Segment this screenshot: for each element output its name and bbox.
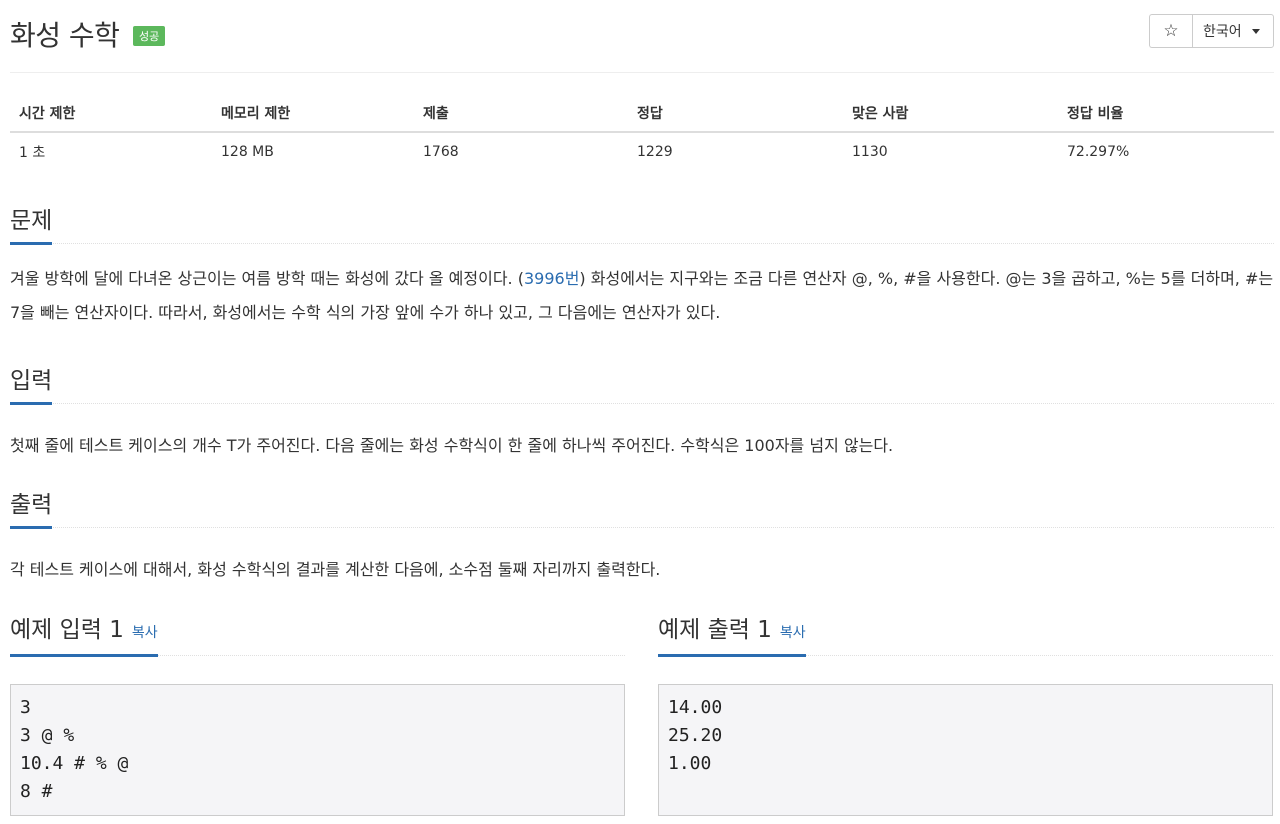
table-header-cell: 정답 [628, 95, 843, 133]
description-text: 겨울 방학에 달에 다녀온 상근이는 여름 방학 때는 화성에 갔다 올 예정이… [10, 269, 524, 288]
sample-output-title: 예제 출력 1 [658, 617, 772, 643]
chevron-down-icon [1251, 28, 1260, 34]
section-title: 문제 [10, 207, 53, 245]
problem-header: 화성 수학 성공 ☆ 한국어 [10, 12, 1274, 72]
table-header-cell: 시간 제한 [10, 95, 212, 133]
table-header-row: 시간 제한 메모리 제한 제출 정답 맞은 사람 정답 비율 [10, 95, 1274, 133]
sample-output-code: 14.00 25.20 1.00 [658, 684, 1273, 816]
problem-info-table: 시간 제한 메모리 제한 제출 정답 맞은 사람 정답 비율 1 초 128 M… [10, 95, 1274, 171]
problem-link[interactable]: 3996번 [524, 269, 579, 288]
table-cell: 1768 [423, 144, 459, 160]
input-section: 입력 첫째 줄에 테스트 케이스의 개수 T가 주어진다. 다음 줄에는 화성 … [10, 366, 1274, 463]
star-button[interactable]: ☆ [1149, 14, 1192, 48]
section-header: 출력 [10, 490, 1274, 529]
sample-input-code: 3 3 @ % 10.4 # % @ 8 # [10, 684, 625, 816]
star-icon: ☆ [1163, 21, 1179, 41]
language-label: 한국어 [1203, 24, 1242, 40]
section-header: 문제 [10, 206, 1274, 245]
sample-input-title: 예제 입력 1 [10, 617, 124, 643]
section-header: 입력 [10, 366, 1274, 405]
section-title: 예제 입력 1 복사 [10, 616, 158, 657]
table-cell: 72.297% [1067, 144, 1130, 160]
language-dropdown[interactable]: 한국어 [1192, 14, 1274, 48]
table-cell: 128 MB [221, 144, 274, 160]
table-header-cell: 맞은 사람 [843, 95, 1058, 133]
section-title: 예제 출력 1 복사 [658, 616, 806, 657]
page-title: 화성 수학 [10, 19, 120, 52]
table-row: 1 초 128 MB 1768 1229 1130 72.297% [10, 132, 1274, 171]
table-header-cell: 제출 [414, 95, 628, 133]
table-cell: 1 초 [19, 145, 46, 161]
section-header: 예제 출력 1 복사 [658, 616, 1273, 657]
section-title: 입력 [10, 367, 53, 405]
problem-section: 문제 겨울 방학에 달에 다녀온 상근이는 여름 방학 때는 화성에 갔다 올 … [10, 206, 1274, 330]
table-cell: 1130 [852, 144, 888, 160]
output-section: 출력 각 테스트 케이스에 대해서, 화성 수학식의 결과를 계산한 다음에, … [10, 490, 1274, 587]
header-divider [10, 72, 1274, 73]
table-header-cell: 메모리 제한 [212, 95, 414, 133]
section-title: 출력 [10, 491, 53, 529]
header-actions: ☆ 한국어 [1149, 14, 1274, 48]
input-description: 첫째 줄에 테스트 케이스의 개수 T가 주어진다. 다음 줄에는 화성 수학식… [10, 436, 894, 455]
copy-button[interactable]: 복사 [780, 625, 806, 641]
table-header-cell: 정답 비율 [1058, 95, 1274, 133]
problem-description: 겨울 방학에 달에 다녀온 상근이는 여름 방학 때는 화성에 갔다 올 예정이… [10, 244, 1274, 330]
section-header: 예제 입력 1 복사 [10, 616, 625, 657]
table-cell: 1229 [637, 144, 673, 160]
sample-input: 예제 입력 1 복사 3 3 @ % 10.4 # % @ 8 # [10, 616, 625, 816]
copy-button[interactable]: 복사 [132, 625, 158, 641]
output-description: 각 테스트 케이스에 대해서, 화성 수학식의 결과를 계산한 다음에, 소수점… [10, 560, 661, 579]
sample-output: 예제 출력 1 복사 14.00 25.20 1.00 [658, 616, 1273, 816]
status-badge: 성공 [133, 26, 166, 46]
